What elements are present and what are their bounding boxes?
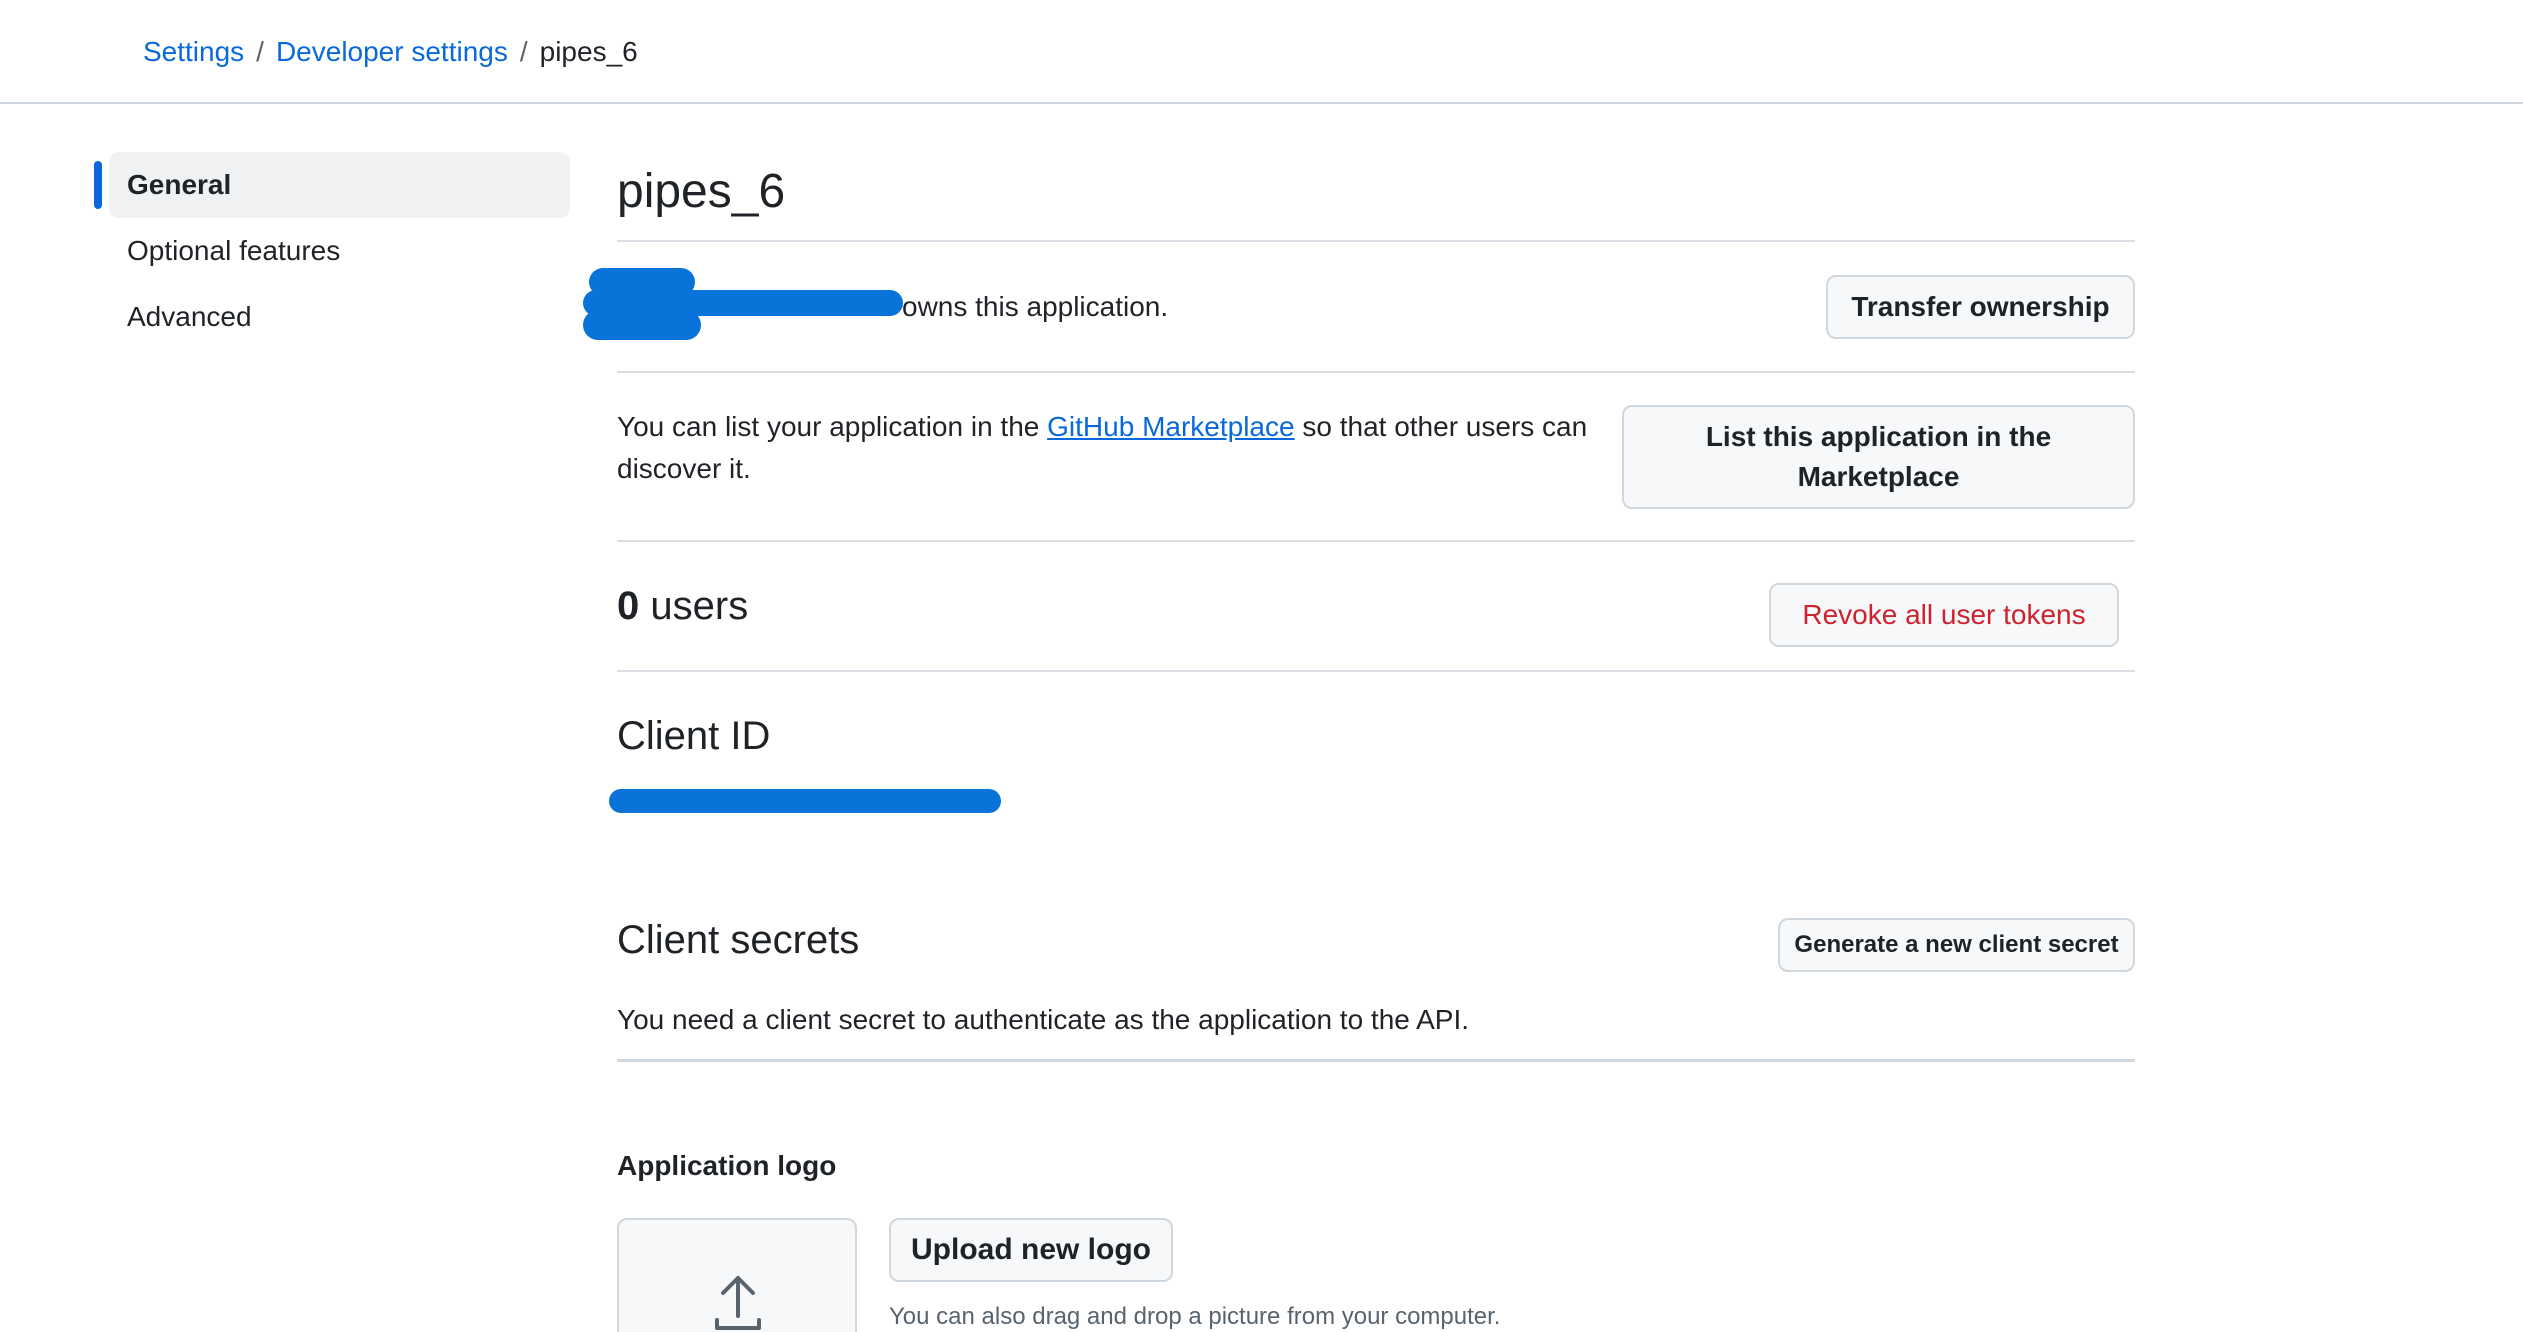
breadcrumb-separator: / [256,36,264,67]
sidebar-item-optional-features[interactable]: Optional features [94,218,570,284]
divider [617,670,2135,672]
page-title: pipes_6 [617,165,786,218]
users-count: 0 users [617,580,748,632]
active-indicator [94,161,102,209]
marketplace-text-before: You can list your application in the [617,411,1040,442]
sidebar-item-label: General [127,169,232,200]
sidebar-item-label: Advanced [127,301,252,332]
owner-text: owns this application. [902,291,1169,322]
marketplace-text: You can list your application in the Git… [617,406,1617,490]
generate-client-secret-button[interactable]: Generate a new client secret [1778,918,2135,972]
client-id-redaction [609,789,1001,813]
divider [617,371,2135,373]
logo-upload-hint: You can also drag and drop a picture fro… [889,1303,1501,1330]
list-in-marketplace-button[interactable]: List this application in the Marketplace [1622,405,2135,509]
client-secrets-description: You need a client secret to authenticate… [617,1004,1470,1035]
logo-dropzone[interactable] [617,1218,857,1332]
sidebar-item-label: Optional features [127,235,341,266]
application-logo-heading: Application logo [617,1150,837,1181]
transfer-ownership-button[interactable]: Transfer ownership [1826,275,2135,339]
breadcrumb-developer-settings-link[interactable]: Developer settings [276,36,508,67]
client-id-heading: Client ID [617,714,771,758]
github-marketplace-link[interactable]: GitHub Marketplace [1047,411,1294,442]
upload-new-logo-button[interactable]: Upload new logo [889,1218,1173,1282]
divider [617,540,2135,542]
upload-icon [715,1276,761,1330]
sidebar-nav: General Optional features Advanced [94,152,570,350]
breadcrumb-separator: / [519,36,528,67]
top-bar: Settings / Developer settings / pipes_6 [0,0,2523,104]
divider [617,240,2135,242]
users-count-number: 0 [617,584,640,628]
breadcrumb-settings-link[interactable]: Settings [143,36,244,67]
revoke-all-user-tokens-button[interactable]: Revoke all user tokens [1769,583,2119,647]
breadcrumb-current: pipes_6 [539,36,638,67]
divider [617,1059,2135,1062]
users-count-label: users [650,584,749,628]
redaction-mark [583,310,701,340]
client-secrets-heading: Client secrets [617,918,860,962]
breadcrumb: Settings / Developer settings / pipes_6 [143,34,638,70]
sidebar-item-advanced[interactable]: Advanced [94,284,570,350]
sidebar-item-general[interactable]: General [94,152,570,218]
